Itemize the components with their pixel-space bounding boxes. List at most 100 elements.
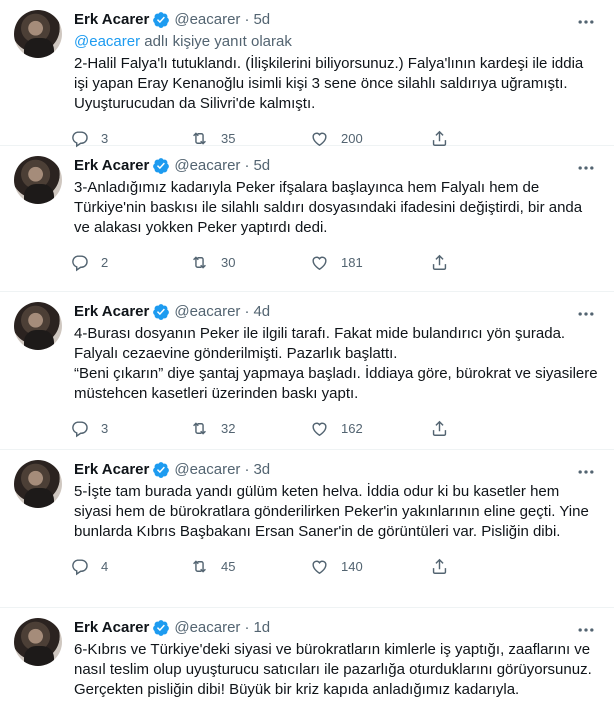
share-button[interactable] [430,557,461,576]
reply-context: @eacarer adlı kişiye yanıt olarak [74,32,598,52]
more-options-icon[interactable] [576,12,596,32]
author-handle[interactable]: @eacarer [174,156,240,176]
reply-mention-link[interactable]: @eacarer [74,33,140,50]
timestamp[interactable]: 1d [253,618,270,638]
retweet-button[interactable]: 32 [190,419,310,438]
separator-dot: · [244,619,250,636]
share-icon [432,420,447,436]
tweet[interactable]: Erk Acarer @eacarer · 4d 4-Burası dosyan… [0,292,614,450]
reply-context-label: adlı kişiye yanıt olarak [140,33,292,50]
reply-count: 4 [101,558,109,574]
verified-badge-icon [153,12,170,28]
reply-button[interactable]: 4 [70,557,190,576]
tweet[interactable]: Erk Acarer @eacarer · 5d @eacarer adlı k… [0,0,614,148]
share-icon [432,254,447,270]
tweet-text: 3-Anladığımız kadarıyla Peker ifşalara b… [74,179,583,236]
reply-count: 3 [101,130,109,146]
tweet-text: 5-İşte tam burada yandı gülüm keten helv… [74,483,589,540]
reply-icon [72,420,88,437]
avatar[interactable] [14,10,62,58]
retweet-button[interactable]: 35 [190,129,310,148]
share-button[interactable] [430,419,461,438]
timestamp[interactable]: 5d [253,156,270,176]
retweet-icon [193,421,206,435]
like-button[interactable]: 140 [310,557,430,576]
author-handle[interactable]: @eacarer [174,618,240,638]
retweet-count: 30 [221,254,236,270]
share-icon [432,130,447,146]
timestamp[interactable]: 3d [253,460,270,480]
retweet-icon [193,131,206,145]
verified-badge-icon [153,620,170,636]
tweet[interactable]: Erk Acarer @eacarer · 1d 6-Kıbrıs ve Tür… [0,608,614,728]
avatar[interactable] [14,460,62,508]
verified-badge-icon [153,304,170,320]
like-count: 200 [341,130,363,146]
retweet-count: 35 [221,130,236,146]
author-name[interactable]: Erk Acarer [74,618,149,638]
verified-badge-icon [153,462,170,478]
more-options-icon[interactable] [576,620,596,640]
tweet-text: 4-Burası dosyanın Peker ile ilgili taraf… [74,325,598,402]
author-name[interactable]: Erk Acarer [74,10,149,30]
share-button[interactable] [430,129,461,148]
author-name[interactable]: Erk Acarer [74,302,149,322]
reply-button[interactable]: 3 [70,419,190,438]
retweet-button[interactable]: 45 [190,557,310,576]
tweet-header: Erk Acarer @eacarer · 4d [74,302,598,322]
author-handle[interactable]: @eacarer [174,302,240,322]
author-handle[interactable]: @eacarer [174,10,240,30]
reply-count: 2 [101,254,109,270]
tweet-actions: 3 32 162 [70,404,598,452]
avatar[interactable] [14,156,62,204]
like-button[interactable]: 162 [310,419,430,438]
avatar[interactable] [14,302,62,350]
like-count: 140 [341,558,363,574]
retweet-button[interactable]: 30 [190,253,310,272]
timestamp[interactable]: 5d [253,10,270,30]
reply-icon [72,254,88,271]
retweet-icon [193,559,206,573]
more-options-icon[interactable] [576,462,596,482]
avatar[interactable] [14,618,62,666]
author-handle[interactable]: @eacarer [174,460,240,480]
retweet-icon [193,255,206,269]
author-name[interactable]: Erk Acarer [74,156,149,176]
tweet-header: Erk Acarer @eacarer · 5d [74,10,598,30]
tweet-text: 2-Halil Falya'lı tutuklandı. (İlişkileri… [74,55,584,112]
share-button[interactable] [430,253,461,272]
separator-dot: · [244,157,250,174]
separator-dot: · [244,303,250,320]
like-count: 162 [341,420,363,436]
heart-icon [312,560,327,574]
share-icon [432,558,447,574]
tweet-header: Erk Acarer @eacarer · 5d [74,156,598,176]
reply-button[interactable]: 2 [70,253,190,272]
reply-button[interactable]: 3 [70,129,190,148]
tweet-header: Erk Acarer @eacarer · 1d [74,618,598,638]
more-options-icon[interactable] [576,304,596,324]
retweet-count: 45 [221,558,236,574]
more-options-icon[interactable] [576,158,596,178]
reply-icon [72,558,88,575]
retweet-count: 32 [221,420,236,436]
like-count: 181 [341,254,363,270]
heart-icon [312,256,327,270]
tweet[interactable]: Erk Acarer @eacarer · 3d 5-İşte tam bura… [0,450,614,608]
tweet-actions: 2 30 181 [70,238,598,286]
author-name[interactable]: Erk Acarer [74,460,149,480]
reply-count: 3 [101,420,109,436]
reply-icon [72,130,88,147]
like-button[interactable]: 181 [310,253,430,272]
tweet[interactable]: Erk Acarer @eacarer · 5d 3-Anladığımız k… [0,146,614,292]
timestamp[interactable]: 4d [253,302,270,322]
tweet-header: Erk Acarer @eacarer · 3d [74,460,598,480]
separator-dot: · [244,461,250,478]
like-button[interactable]: 200 [310,129,430,148]
tweet-actions: 4 45 140 [70,542,598,590]
heart-icon [312,132,327,146]
tweet-text: 6-Kıbrıs ve Türkiye'deki siyasi ve bürok… [74,641,592,698]
heart-icon [312,422,327,436]
verified-badge-icon [153,158,170,174]
separator-dot: · [244,11,250,28]
